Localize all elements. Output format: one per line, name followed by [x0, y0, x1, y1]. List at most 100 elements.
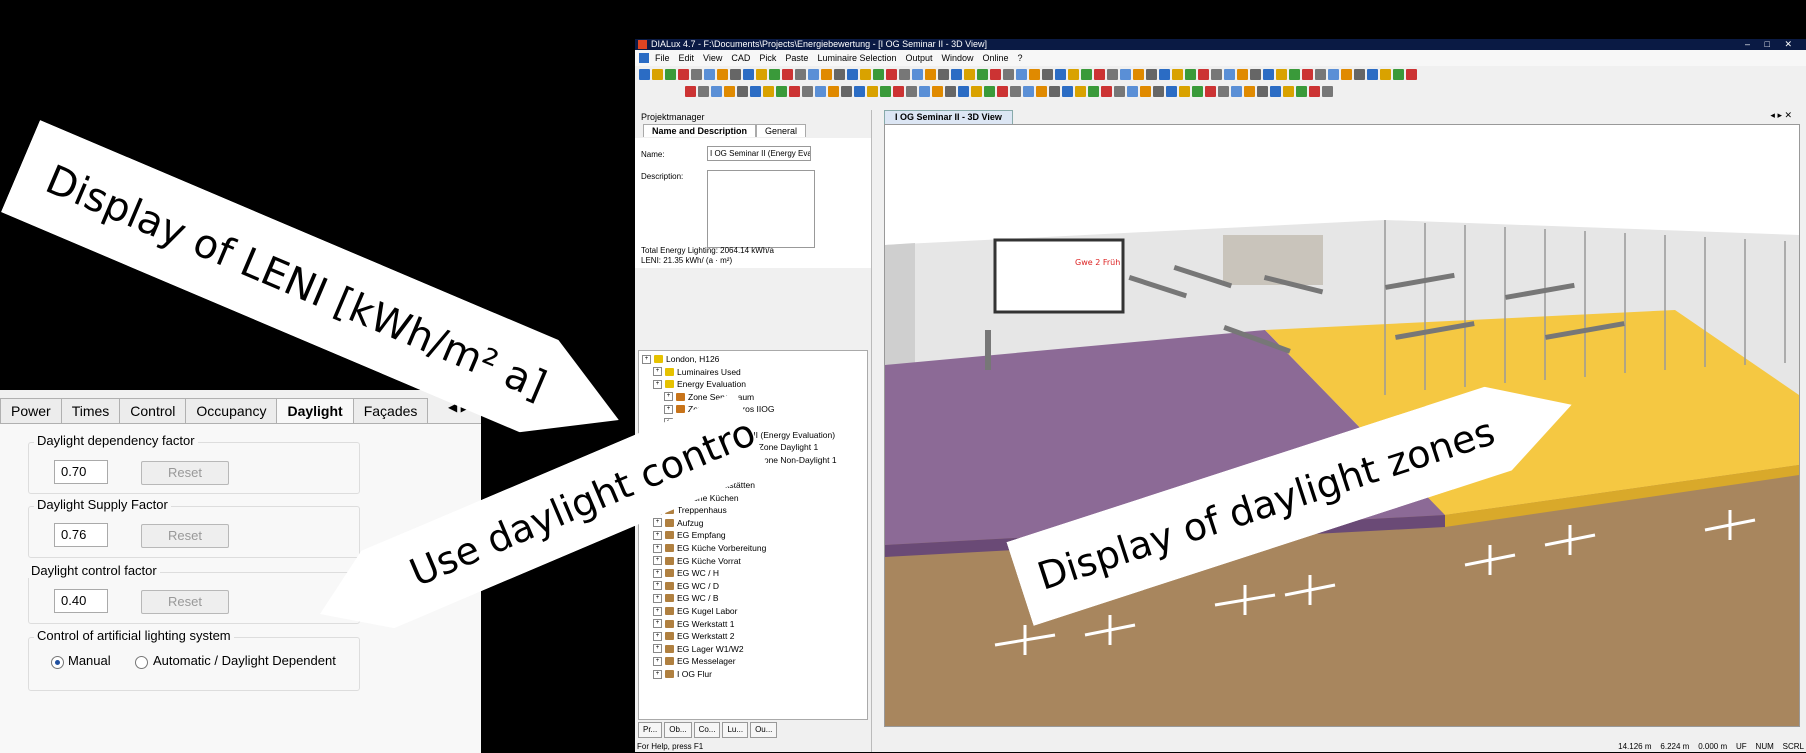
expand-icon[interactable]: +: [653, 631, 662, 641]
toolbar-button-icon[interactable]: [652, 69, 663, 80]
toolbar-button-icon[interactable]: [1276, 69, 1287, 80]
reset-control-factor-button[interactable]: Reset: [141, 590, 229, 614]
toolbar-button-icon[interactable]: [678, 69, 689, 80]
menu-help[interactable]: ?: [1018, 53, 1023, 63]
toolbar-button-icon[interactable]: [1049, 86, 1060, 97]
toolbar-button-icon[interactable]: [1062, 86, 1073, 97]
toolbar-button-icon[interactable]: [1393, 69, 1404, 80]
toolbar-button-icon[interactable]: [1153, 86, 1164, 97]
toolbar-button-icon[interactable]: [964, 69, 975, 80]
toolbar-button-icon[interactable]: [724, 86, 735, 97]
toolbar-button-icon[interactable]: [1250, 69, 1261, 80]
tab-control[interactable]: Control: [119, 398, 187, 423]
toolbar-button-icon[interactable]: [1296, 86, 1307, 97]
toolbar-button-icon[interactable]: [873, 69, 884, 80]
toolbar-button-icon[interactable]: [717, 69, 728, 80]
toolbar-button-icon[interactable]: [841, 86, 852, 97]
toolbar-button-icon[interactable]: [1029, 69, 1040, 80]
toolbar-button-icon[interactable]: [958, 86, 969, 97]
toolbar-button-icon[interactable]: [1270, 86, 1281, 97]
tab-colors[interactable]: Co...: [693, 722, 721, 738]
toolbar-button-icon[interactable]: [756, 69, 767, 80]
tab-general[interactable]: General: [756, 124, 807, 137]
expand-icon[interactable]: +: [664, 404, 673, 414]
toolbar-button-icon[interactable]: [1055, 69, 1066, 80]
toolbar-button-icon[interactable]: [1289, 69, 1300, 80]
toolbar-button-icon[interactable]: [1159, 69, 1170, 80]
toolbar-button-icon[interactable]: [925, 69, 936, 80]
menu-cad[interactable]: CAD: [731, 53, 750, 63]
toolbar-button-icon[interactable]: [1367, 69, 1378, 80]
toolbar-button-icon[interactable]: [867, 86, 878, 97]
tree-item[interactable]: + Zone Serverraum: [664, 391, 754, 403]
toolbar-button-icon[interactable]: [1016, 69, 1027, 80]
toolbar-button-icon[interactable]: [971, 86, 982, 97]
toolbar-button-icon[interactable]: [977, 69, 988, 80]
toolbar-button-icon[interactable]: [1036, 86, 1047, 97]
toolbar-button-icon[interactable]: [1140, 86, 1151, 97]
menu-view[interactable]: View: [703, 53, 722, 63]
toolbar-button-icon[interactable]: [1302, 69, 1313, 80]
toolbar-button-icon[interactable]: [834, 69, 845, 80]
manual-radio[interactable]: [51, 656, 64, 669]
toolbar-button-icon[interactable]: [815, 86, 826, 97]
dependency-input[interactable]: 0.70: [54, 460, 108, 484]
toolbar-button-icon[interactable]: [1218, 86, 1229, 97]
toolbar-button-icon[interactable]: [906, 86, 917, 97]
toolbar-button-icon[interactable]: [711, 86, 722, 97]
menu-online[interactable]: Online: [983, 53, 1009, 63]
tab-objects[interactable]: Ob...: [664, 722, 692, 738]
toolbar-button-icon[interactable]: [1107, 69, 1118, 80]
tab-3d-view[interactable]: I OG Seminar II - 3D View: [884, 110, 1013, 124]
toolbar-button-icon[interactable]: [1023, 86, 1034, 97]
toolbar-button-icon[interactable]: [821, 69, 832, 80]
toolbar-button-icon[interactable]: [743, 69, 754, 80]
toolbar-button-icon[interactable]: [854, 86, 865, 97]
tab-luminaires[interactable]: Lu...: [722, 722, 749, 738]
tab-facades[interactable]: Façades: [352, 398, 429, 423]
tree-item[interactable]: + EG Küche Vorrat: [653, 555, 741, 567]
tree-item[interactable]: + EG WC / B: [653, 592, 719, 604]
toolbar-button-icon[interactable]: [886, 69, 897, 80]
menu-luminaire-selection[interactable]: Luminaire Selection: [817, 53, 896, 63]
toolbar-button-icon[interactable]: [1192, 86, 1203, 97]
expand-icon[interactable]: +: [653, 644, 662, 654]
toolbar-button-icon[interactable]: [828, 86, 839, 97]
toolbar-button-icon[interactable]: [750, 86, 761, 97]
toolbar-button-icon[interactable]: [1257, 86, 1268, 97]
toolbar-button-icon[interactable]: [919, 86, 930, 97]
toolbar-button-icon[interactable]: [639, 69, 650, 80]
tab-times[interactable]: Times: [60, 398, 121, 423]
toolbar-button-icon[interactable]: [730, 69, 741, 80]
toolbar-button-icon[interactable]: [893, 86, 904, 97]
tree-item[interactable]: + EG Empfang: [653, 529, 726, 541]
toolbar-button-icon[interactable]: [1244, 86, 1255, 97]
tree-item[interactable]: + Energy Evaluation: [653, 378, 746, 390]
expand-icon[interactable]: +: [653, 606, 662, 616]
menu-paste[interactable]: Paste: [785, 53, 808, 63]
toolbar-button-icon[interactable]: [1354, 69, 1365, 80]
toolbar-button-icon[interactable]: [997, 86, 1008, 97]
toolbar-button-icon[interactable]: [1185, 69, 1196, 80]
toolbar-button-icon[interactable]: [880, 86, 891, 97]
toolbar-button-icon[interactable]: [698, 86, 709, 97]
toolbar-button-icon[interactable]: [1328, 69, 1339, 80]
toolbar-button-icon[interactable]: [1237, 69, 1248, 80]
expand-icon[interactable]: +: [653, 619, 662, 629]
toolbar-button-icon[interactable]: [795, 69, 806, 80]
toolbar-button-icon[interactable]: [665, 69, 676, 80]
toolbar-button-icon[interactable]: [1179, 86, 1190, 97]
toolbar-button-icon[interactable]: [1322, 86, 1333, 97]
toolbar-button-icon[interactable]: [1380, 69, 1391, 80]
tab-project[interactable]: Pr...: [638, 722, 663, 738]
window-controls[interactable]: – □ ✕: [1745, 39, 1798, 50]
toolbar-button-icon[interactable]: [860, 69, 871, 80]
toolbar-button-icon[interactable]: [737, 86, 748, 97]
toolbar-button-icon[interactable]: [1224, 69, 1235, 80]
toolbar-button-icon[interactable]: [685, 86, 696, 97]
toolbar-button-icon[interactable]: [1094, 69, 1105, 80]
toolbar-button-icon[interactable]: [1081, 69, 1092, 80]
toolbar-button-icon[interactable]: [1315, 69, 1326, 80]
view-nav-controls[interactable]: ◂ ▸ ✕: [1770, 110, 1792, 121]
expand-icon[interactable]: +: [664, 392, 673, 402]
